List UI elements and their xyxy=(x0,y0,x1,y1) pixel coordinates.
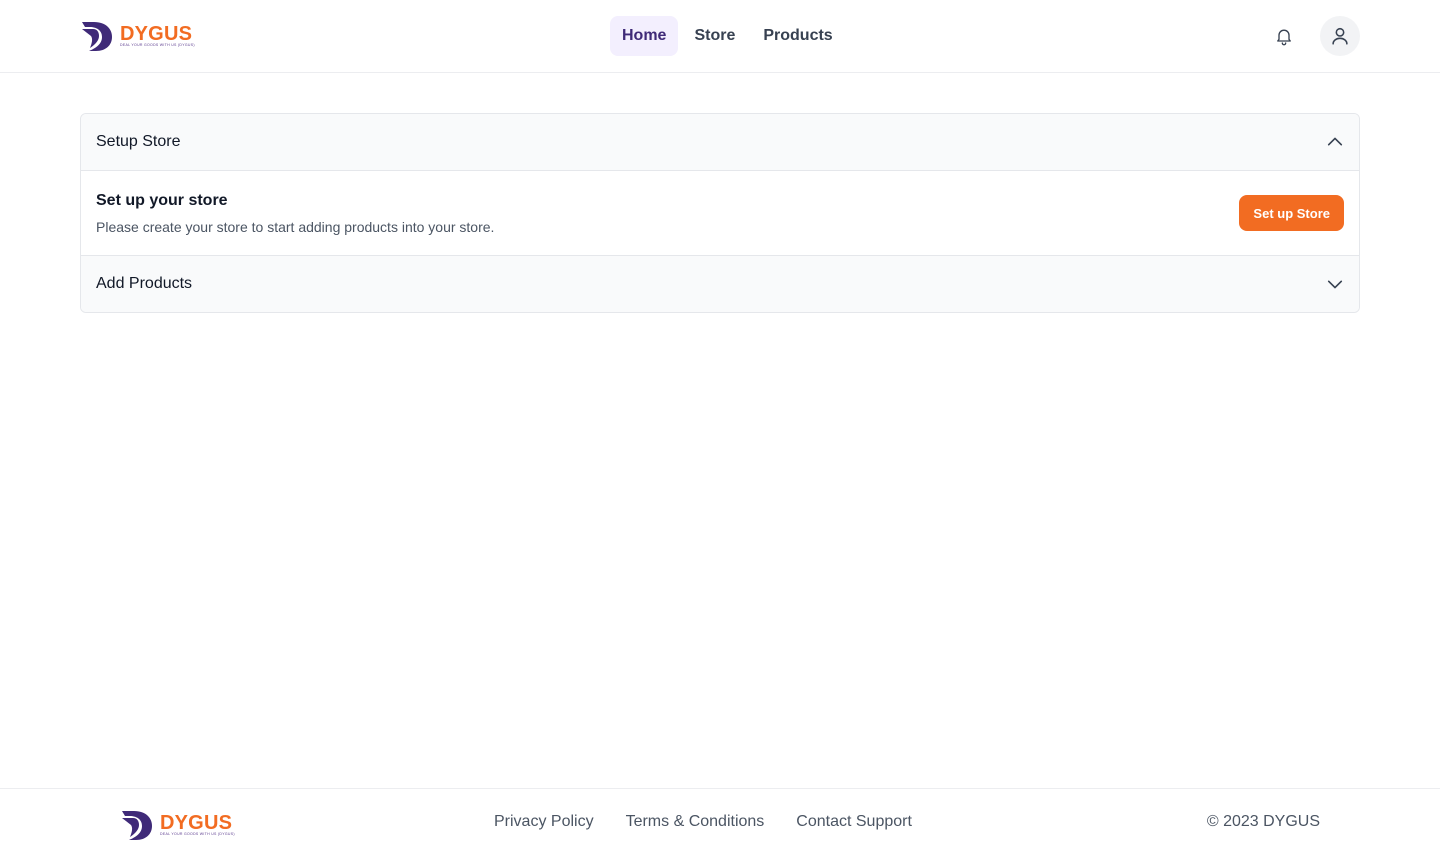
accordion-panel-setup-store: Set up your store Please create your sto… xyxy=(81,170,1359,256)
footer-links: Privacy Policy Terms & Conditions Contac… xyxy=(494,813,912,831)
footer-link-privacy-policy[interactable]: Privacy Policy xyxy=(494,813,594,831)
accordion-title-setup-store: Setup Store xyxy=(96,133,181,150)
footer-logo-tagline: DEAL YOUR GOODS WITH US (DYGUS) xyxy=(160,831,235,836)
nav-item-home[interactable]: Home xyxy=(610,16,679,56)
logo-mark-icon xyxy=(82,22,112,51)
onboarding-accordion: Setup Store Set up your store Please cre… xyxy=(80,113,1360,313)
bell-icon xyxy=(1277,29,1291,46)
logo-tagline: DEAL YOUR GOODS WITH US (DYGUS) xyxy=(120,42,195,47)
footer-logo[interactable]: DYGUS DEAL YOUR GOODS WITH US (DYGUS) xyxy=(120,809,235,841)
footer-link-terms-conditions[interactable]: Terms & Conditions xyxy=(626,813,765,831)
page-footer: DYGUS DEAL YOUR GOODS WITH US (DYGUS) Pr… xyxy=(0,788,1440,860)
chevron-down-icon[interactable] xyxy=(1326,275,1344,293)
main-nav: Home Store Products xyxy=(610,16,845,56)
page: DYGUS DEAL YOUR GOODS WITH US (DYGUS) Ho… xyxy=(0,0,1440,860)
accordion-title-add-products: Add Products xyxy=(96,275,193,292)
copyright-text: © 2023 DYGUS xyxy=(1206,813,1320,830)
footer-link-contact-support[interactable]: Contact Support xyxy=(796,813,912,831)
notifications-button[interactable] xyxy=(1264,16,1304,56)
brand-logo[interactable]: DYGUS DEAL YOUR GOODS WITH US (DYGUS) xyxy=(80,20,195,52)
set-up-store-button[interactable]: Set up Store xyxy=(1239,195,1344,231)
top-header: DYGUS DEAL YOUR GOODS WITH US (DYGUS) Ho… xyxy=(0,0,1440,73)
chevron-up-icon[interactable] xyxy=(1326,133,1344,151)
accordion-header-add-products[interactable]: Add Products xyxy=(81,256,1359,312)
setup-store-text: Set up your store Please create your sto… xyxy=(96,192,494,235)
profile-avatar-button[interactable] xyxy=(1320,16,1360,56)
setup-store-heading: Set up your store xyxy=(96,191,228,209)
user-icon xyxy=(1332,27,1348,45)
nav-item-store[interactable]: Store xyxy=(682,16,747,56)
setup-store-description: Please create your store to start adding… xyxy=(96,218,495,235)
accordion-header-setup-store[interactable]: Setup Store xyxy=(81,114,1359,170)
footer-logo-wordmark: DYGUS xyxy=(160,811,233,834)
nav-item-products[interactable]: Products xyxy=(751,16,844,56)
logo-mark-icon xyxy=(122,811,152,840)
logo-wordmark: DYGUS xyxy=(120,22,193,45)
